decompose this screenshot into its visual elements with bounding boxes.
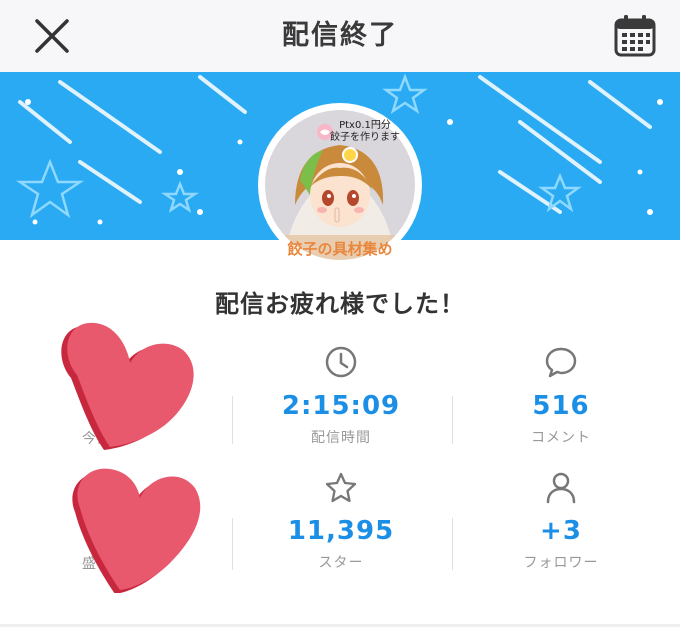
stat-followers: +3 フォロワー <box>451 470 671 572</box>
avatar-caption-line1: Ptx0.1円分 <box>339 120 391 131</box>
stat-label: フォロワー <box>523 555 599 571</box>
avatar-caption: Ptx0.1円分 餃子を作ります <box>320 120 410 144</box>
avatar-caption-line2: 餃子を作ります <box>330 132 400 143</box>
stat-stars: 11,395 スター <box>231 470 451 572</box>
page-title: 配信終了 <box>282 20 398 51</box>
stat-stream-time: 2:15:09 配信時間 <box>231 345 451 447</box>
avatar-banner-text: 餃子の具材集め <box>287 240 393 258</box>
stat-comments: 516 コメント <box>451 345 671 447</box>
clock-icon <box>325 346 357 378</box>
redaction-heart-bottom <box>72 468 201 593</box>
stat-value: 11,395 <box>287 516 395 546</box>
star-icon <box>325 472 357 503</box>
stat-label: コメント <box>531 430 591 446</box>
redaction-heart-top <box>61 322 194 450</box>
stat-value: 2:15:09 <box>281 391 401 421</box>
user-icon <box>546 472 576 504</box>
stat-label: 配信時間 <box>311 430 371 446</box>
speech-bubble-icon <box>545 347 577 378</box>
stat-value: 516 <box>532 391 590 421</box>
top-bar: 配信終了 <box>0 0 680 72</box>
calendar-button[interactable] <box>612 13 658 59</box>
calendar-icon <box>614 15 656 57</box>
stat-value: +3 <box>540 516 582 546</box>
stream-finished-message: 配信お疲れ様でした！ <box>215 290 465 318</box>
stat-label: スター <box>318 555 364 571</box>
